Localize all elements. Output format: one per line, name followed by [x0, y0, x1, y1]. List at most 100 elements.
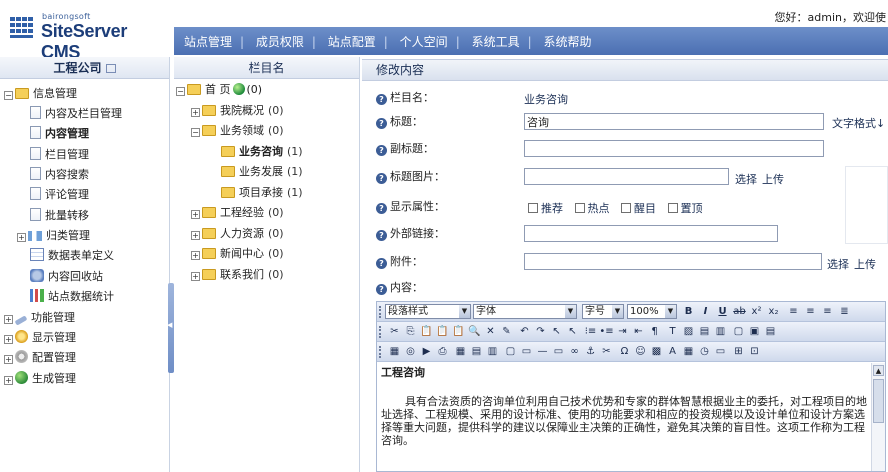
table-insert-icon[interactable]: ▦: [453, 344, 468, 359]
remove-format-icon[interactable]: ▥: [713, 324, 728, 339]
expand-icon[interactable]: +: [191, 272, 200, 281]
font-size-select[interactable]: 字号 ▼: [582, 304, 624, 319]
sidebar-item-column-management[interactable]: 栏目管理: [30, 145, 89, 165]
sidebar-item-recycle-bin[interactable]: 内容回收站: [30, 267, 103, 287]
sidebar-item-site-statistics[interactable]: 站点数据统计: [30, 287, 114, 307]
sidebar-item-config-management[interactable]: + 配置管理: [4, 348, 76, 368]
scroll-up-icon[interactable]: ▲: [873, 365, 884, 376]
subtitle-input[interactable]: [524, 140, 824, 157]
layer-icon[interactable]: ▢: [503, 344, 518, 359]
maximize-icon[interactable]: ⊞: [731, 344, 746, 359]
title-image-input[interactable]: [524, 168, 729, 185]
preview-icon[interactable]: ▣: [747, 324, 762, 339]
grid-icon[interactable]: ▥: [485, 344, 500, 359]
tree-node-experience[interactable]: + 工程经验 (0): [191, 203, 284, 223]
media-icon[interactable]: ▶: [419, 344, 434, 359]
attachment-icon[interactable]: ⎙: [435, 344, 450, 359]
scroll-thumb[interactable]: [873, 379, 884, 423]
highlight-checkbox[interactable]: [621, 203, 631, 213]
bold-icon[interactable]: B: [681, 304, 696, 319]
font-select[interactable]: 字体 ▼: [473, 304, 577, 319]
recommend-checkbox[interactable]: [528, 203, 538, 213]
copy-icon[interactable]: ⎘: [403, 324, 418, 339]
align-center-icon[interactable]: ≡: [803, 304, 818, 319]
clock-icon[interactable]: ◷: [697, 344, 712, 359]
image-upload-link[interactable]: 上传: [762, 171, 784, 187]
toolbar-grip[interactable]: [379, 326, 381, 338]
undo-icon[interactable]: ↶: [517, 324, 532, 339]
align-right-icon[interactable]: ≡: [820, 304, 835, 319]
text-color-icon[interactable]: T: [665, 324, 680, 339]
expand-icon[interactable]: +: [191, 108, 200, 117]
tree-node-business[interactable]: − 业务领域 (0): [191, 121, 284, 141]
tree-node-contact[interactable]: + 联系我们 (0): [191, 265, 284, 285]
nav-member-permissions[interactable]: 成员权限: [256, 35, 304, 49]
hot-checkbox[interactable]: [574, 203, 585, 213]
template-icon[interactable]: ▤: [763, 324, 778, 339]
table-props-icon[interactable]: ▤: [469, 344, 484, 359]
collapse-icon[interactable]: −: [176, 87, 185, 96]
marquee-icon[interactable]: ▭: [519, 344, 534, 359]
zoom-select[interactable]: 100% ▼: [627, 304, 677, 319]
tree-node-home[interactable]: − 首 页 (0): [176, 80, 262, 100]
source-icon[interactable]: ⊡: [747, 344, 762, 359]
expand-icon[interactable]: +: [17, 233, 26, 242]
external-link-input[interactable]: [524, 225, 778, 242]
paste-icon[interactable]: 📋: [419, 324, 434, 339]
emoticon-icon[interactable]: ☺: [633, 344, 648, 359]
select-icon[interactable]: ↖: [549, 324, 564, 339]
special-char-icon[interactable]: Ω: [617, 344, 632, 359]
toolbar-grip[interactable]: [379, 306, 381, 318]
flash-icon[interactable]: ◎: [403, 344, 418, 359]
sidebar-item-comment-management[interactable]: 评论管理: [30, 185, 89, 205]
nav-site-management[interactable]: 站点管理: [184, 35, 232, 49]
nav-system-help[interactable]: 系统帮助: [543, 35, 591, 49]
top-checkbox[interactable]: [667, 203, 678, 213]
nav-site-config[interactable]: 站点配置: [328, 35, 376, 49]
help-icon[interactable]: ?: [376, 118, 387, 129]
link-icon[interactable]: ∞: [567, 344, 582, 359]
expand-icon[interactable]: +: [191, 210, 200, 219]
unlink-icon[interactable]: ✂: [599, 344, 614, 359]
sidebar-item-category-management[interactable]: + 归类管理: [17, 226, 90, 246]
nav-system-tools[interactable]: 系统工具: [472, 35, 520, 49]
help-icon[interactable]: ?: [376, 94, 387, 105]
italic-icon[interactable]: I: [698, 304, 713, 319]
delete-icon[interactable]: ✕: [483, 324, 498, 339]
expand-icon[interactable]: +: [191, 231, 200, 240]
art-text-icon[interactable]: A: [665, 344, 680, 359]
page-break-icon[interactable]: ▭: [713, 344, 728, 359]
expand-icon[interactable]: +: [191, 251, 200, 260]
tree-node-business-consulting[interactable]: 业务咨询 (1): [221, 142, 303, 162]
cut-icon[interactable]: ✂: [387, 324, 402, 339]
toolbar-grip[interactable]: [379, 346, 381, 358]
indent-icon[interactable]: ⇥: [615, 324, 630, 339]
help-icon[interactable]: ?: [376, 230, 387, 241]
collapse-icon[interactable]: −: [4, 91, 13, 100]
unordered-list-icon[interactable]: •≡: [599, 324, 614, 339]
sidebar-item-info-management[interactable]: − 信息管理: [4, 84, 77, 104]
strikethrough-icon[interactable]: ab: [732, 304, 747, 319]
brush-icon[interactable]: ✎: [499, 324, 514, 339]
tree-node-news[interactable]: + 新闻中心 (0): [191, 244, 284, 264]
attachment-input[interactable]: [524, 253, 822, 270]
paragraph-style-select[interactable]: 段落样式 ▼: [385, 304, 471, 319]
expand-icon[interactable]: +: [4, 355, 13, 364]
editor-content[interactable]: 工程咨询 具有合法资质的咨询单位利用自己技术优势和专家的群体智慧根据业主的委托，…: [377, 363, 871, 471]
paragraph-icon[interactable]: ¶: [647, 324, 662, 339]
tree-node-hr[interactable]: + 人力资源 (0): [191, 224, 284, 244]
outdent-icon[interactable]: ⇤: [631, 324, 646, 339]
attachment-select-link[interactable]: 选择: [827, 256, 849, 272]
help-icon[interactable]: ?: [376, 284, 387, 295]
align-justify-icon[interactable]: ≣: [837, 304, 852, 319]
pointer-icon[interactable]: ↖: [565, 324, 580, 339]
redo-icon[interactable]: ↷: [533, 324, 548, 339]
bg-color-icon[interactable]: ▨: [681, 324, 696, 339]
help-icon[interactable]: ?: [376, 203, 387, 214]
sidebar-item-content-management[interactable]: 内容管理: [30, 124, 89, 144]
align-left-icon[interactable]: ≡: [786, 304, 801, 319]
help-icon[interactable]: ?: [376, 173, 387, 184]
title-input[interactable]: [524, 113, 824, 130]
help-icon[interactable]: ?: [376, 145, 387, 156]
tree-node-projects[interactable]: 项目承接 (1): [221, 183, 303, 203]
